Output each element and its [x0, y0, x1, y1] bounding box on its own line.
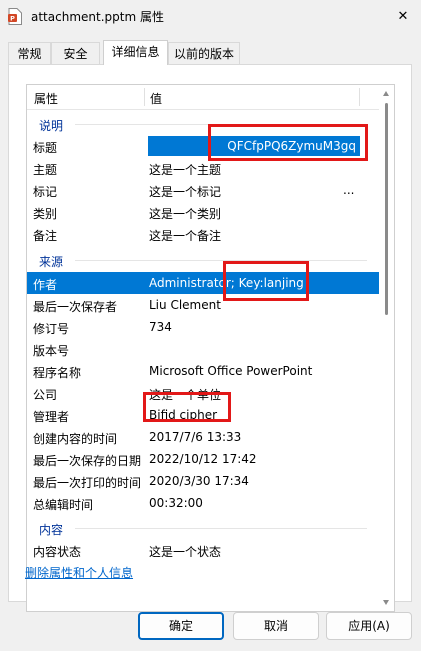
property-row-subject[interactable]: 主题 这是一个主题 — [27, 157, 379, 179]
tab-general[interactable]: 常规 — [8, 42, 51, 64]
group-header-description: 说明 — [27, 113, 379, 135]
property-row-program-name[interactable]: 程序名称 Microsoft Office PowerPoint — [27, 360, 379, 382]
tab-security[interactable]: 安全 — [51, 42, 100, 64]
dialog-button-bar: 确定 取消 应用(A) — [0, 602, 421, 651]
svg-text:P: P — [10, 15, 15, 23]
details-panel: 属性 值 说明 标题 QFCfpPQ6ZymuM3gq 主题 这是一个主题 标记 — [8, 64, 412, 612]
scrollbar-thumb[interactable] — [385, 103, 388, 315]
close-icon: ✕ — [397, 8, 409, 24]
scroll-up-icon[interactable] — [383, 91, 389, 96]
properties-list[interactable]: 属性 值 说明 标题 QFCfpPQ6ZymuM3gq 主题 这是一个主题 标记 — [26, 84, 395, 612]
tab-previous-versions[interactable]: 以前的版本 — [168, 42, 240, 64]
property-row-version[interactable]: 版本号 — [27, 338, 379, 360]
property-row-content-created[interactable]: 创建内容的时间 2017/7/6 13:33 — [27, 426, 379, 448]
tab-details[interactable]: 详细信息 — [103, 40, 168, 65]
remove-properties-link[interactable]: 删除属性和个人信息 — [25, 564, 133, 581]
property-row-date-last-saved[interactable]: 最后一次保存的日期 2022/10/12 17:42 — [27, 448, 379, 470]
property-row-revision[interactable]: 修订号 734 — [27, 316, 379, 338]
vertical-scrollbar[interactable] — [379, 85, 394, 611]
list-header: 属性 值 — [27, 85, 379, 110]
window-title: attachment.pptm 属性 — [31, 10, 164, 24]
property-row-last-saved-by[interactable]: 最后一次保存者 Liu Clement — [27, 294, 379, 316]
column-header-value[interactable]: 值 — [150, 90, 162, 107]
tags-more-button[interactable]: ... — [343, 183, 354, 197]
group-header-origin: 来源 — [27, 249, 379, 271]
property-row-category[interactable]: 类别 这是一个类别 — [27, 201, 379, 223]
property-row-comments[interactable]: 备注 这是一个备注 — [27, 223, 379, 245]
property-row-authors[interactable]: 作者 Administrator; Key:lanjing — [27, 272, 379, 294]
property-row-content-status[interactable]: 内容状态 这是一个状态 — [27, 539, 379, 561]
column-header-property[interactable]: 属性 — [34, 90, 58, 107]
property-row-manager[interactable]: 管理者 Bifid cipher — [27, 404, 379, 426]
apply-button[interactable]: 应用(A) — [326, 612, 412, 640]
close-button[interactable]: ✕ — [386, 2, 420, 30]
property-row-title[interactable]: 标题 QFCfpPQ6ZymuM3gq — [27, 135, 379, 157]
property-row-tags[interactable]: 标记 这是一个标记 ... — [27, 179, 379, 201]
title-bar: P attachment.pptm 属性 ✕ — [0, 0, 421, 32]
property-row-last-printed[interactable]: 最后一次打印的时间 2020/3/30 17:34 — [27, 470, 379, 492]
group-header-content: 内容 — [27, 517, 379, 539]
property-row-total-editing-time[interactable]: 总编辑时间 00:32:00 — [27, 492, 379, 514]
title-edit-field[interactable]: QFCfpPQ6ZymuM3gq — [148, 136, 360, 156]
cancel-button[interactable]: 取消 — [233, 612, 319, 640]
property-row-company[interactable]: 公司 这是一个单位 — [27, 382, 379, 404]
ok-button[interactable]: 确定 — [138, 612, 224, 640]
powerpoint-file-icon: P — [8, 8, 22, 25]
